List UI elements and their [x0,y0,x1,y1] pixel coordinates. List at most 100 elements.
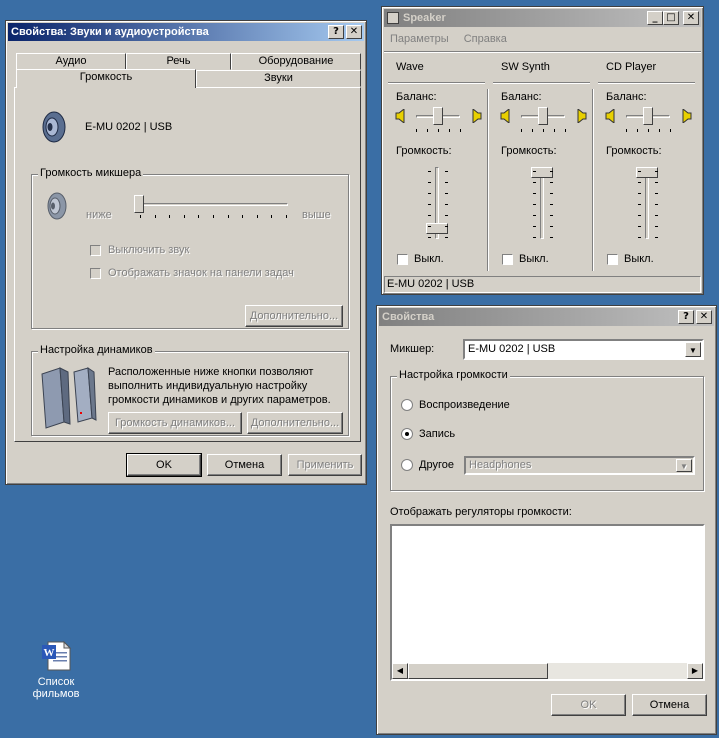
status-text: E-MU 0202 | USB [387,278,475,290]
tab-speech[interactable]: Речь [126,53,231,70]
channel-name: Wave [396,61,424,73]
sound-properties-titlebar[interactable]: Свойства: Звуки и аудиоустройства ? ✕ [8,23,364,41]
channel-mute-checkbox[interactable] [502,254,513,265]
desktop-icon-label-line-1: Список [37,676,75,688]
mixer-tick [198,215,200,218]
tab-audio-label: Аудио [55,55,87,67]
apply-button[interactable]: Применить [288,454,362,476]
volume-tick [638,171,641,172]
balance-tick [532,129,533,132]
mixer-tick [242,215,244,218]
speaker-icon [42,111,66,143]
ok-label: OK [156,459,172,471]
mute-checkbox[interactable] [90,245,101,256]
speaker-close-button[interactable]: ✕ [683,11,699,25]
balance-slider[interactable] [538,107,548,125]
volume-tick [655,215,658,216]
speaker-volume-label: Громкость динамиков... [114,417,236,429]
balance-tick [637,129,638,132]
volume-slider[interactable] [636,167,658,178]
mixer-properties-titlebar[interactable]: Свойства ? ✕ [379,308,714,326]
minimize-button[interactable]: _ [647,11,663,25]
volume-tick [533,237,536,238]
balance-tick [521,129,522,132]
scroll-right-button[interactable]: ▶ [687,663,703,679]
channel-separator [592,89,594,271]
balance-tick [659,129,660,132]
props-close-button[interactable]: ✕ [696,310,712,324]
balance-slider[interactable] [643,107,653,125]
mixer-speaker-icon [47,192,67,220]
channel-separator [487,89,489,271]
sound-properties-window: Свойства: Звуки и аудиоустройства ? ✕ Ау… [5,20,367,485]
playback-radio[interactable] [401,399,413,411]
volume-slider[interactable] [531,167,553,178]
other-select-value: Headphones [469,459,532,471]
chevron-down-icon[interactable]: ▼ [685,342,701,357]
volume-tick [655,226,658,227]
tab-audio[interactable]: Аудио [16,53,126,70]
mixer-volume-slider[interactable] [134,195,144,213]
volume-tick [428,171,431,172]
props-cancel-label: Отмена [649,699,690,711]
volume-tick [550,182,553,183]
tab-speech-label: Речь [166,55,191,67]
volume-settings-group-title: Настройка громкости [397,369,510,381]
tray-icon-checkbox[interactable] [90,268,101,279]
mixer-advanced-button[interactable]: Дополнительно... [245,305,343,327]
volume-tick [655,171,658,172]
tab-hardware[interactable]: Оборудование [231,53,361,70]
other-radio[interactable] [401,459,413,471]
volume-low-label: ниже [86,209,112,221]
help-button[interactable]: ? [328,25,344,39]
ok-button[interactable]: OK [126,453,202,477]
speaker-advanced-button[interactable]: Дополнительно... [247,412,343,434]
scroll-thumb[interactable] [408,663,548,679]
mixer-select-value: E-MU 0202 | USB [468,343,556,355]
horizontal-scrollbar[interactable]: ◀ ▶ [392,663,703,679]
balance-tick [438,129,439,132]
balance-tick [416,129,417,132]
volume-tick [533,215,536,216]
props-ok-button[interactable]: OK [551,694,626,716]
record-radio[interactable] [401,428,413,440]
tab-volume-label: Громкость [79,71,133,83]
menu-help[interactable]: Справка [464,33,507,45]
menu-parameters[interactable]: Параметры [390,33,449,45]
other-chevron-down-icon[interactable]: ▼ [676,459,692,472]
channel-mute-checkbox[interactable] [397,254,408,265]
channel-name: SW Synth [501,61,550,73]
mixer-select[interactable]: E-MU 0202 | USB ▼ [463,339,704,360]
volume-tick [533,171,536,172]
volume-tick [428,226,431,227]
controls-list[interactable]: ◀ ▶ [390,524,705,681]
tab-sounds[interactable]: Звуки [196,70,361,87]
balance-slider[interactable] [433,107,443,125]
balance-tick [543,129,544,132]
props-cancel-button[interactable]: Отмена [632,694,707,716]
props-help-button[interactable]: ? [678,310,694,324]
mixer-volume-group: Громкость микшера ниже выше Выключить зв… [31,167,349,329]
volume-tick [445,171,448,172]
cancel-button[interactable]: Отмена [207,454,282,476]
mixer-advanced-label: Дополнительно... [249,310,339,322]
status-bar: E-MU 0202 | USB [384,276,701,293]
scroll-left-button[interactable]: ◀ [392,663,408,679]
desktop-icon-film-list[interactable]: W Список фильмов [24,640,88,700]
tab-volume[interactable]: Громкость [16,69,196,88]
volume-tick [428,215,431,216]
speaker-volume-button[interactable]: Громкость динамиков... [108,412,242,434]
speaker-mixer-window: Speaker _ □ ✕ Параметры Справка Wave Бал… [381,6,704,295]
mixer-tick [183,215,185,218]
channel-mute-checkbox[interactable] [607,254,618,265]
apply-label: Применить [296,459,354,471]
speaker-right-icon [682,109,692,123]
mixer-tick [271,215,273,218]
speaker-titlebar[interactable]: Speaker _ □ ✕ [384,9,701,27]
volume-tick [655,204,658,205]
volume-slider[interactable] [426,222,448,234]
maximize-button[interactable]: □ [663,11,679,25]
close-button[interactable]: ✕ [346,25,362,39]
channel-header-separator [388,82,485,84]
other-select[interactable]: Headphones ▼ [464,456,695,475]
